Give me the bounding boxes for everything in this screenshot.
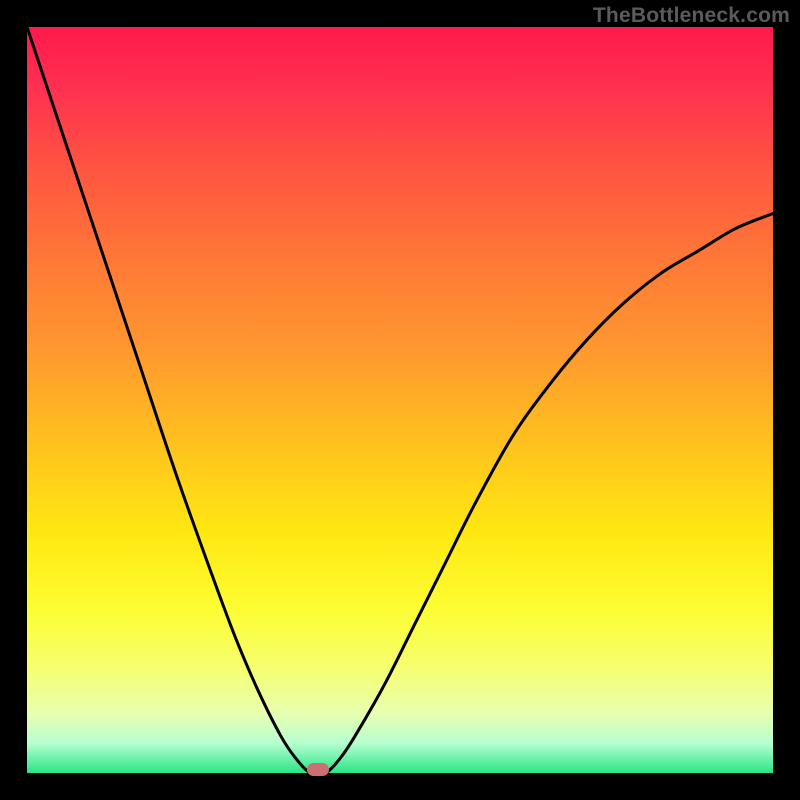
- chart-frame: TheBottleneck.com: [0, 0, 800, 800]
- minimum-marker: [307, 763, 329, 776]
- watermark-text: TheBottleneck.com: [593, 4, 790, 28]
- curve-svg: [27, 27, 773, 773]
- bottleneck-curve: [27, 27, 773, 773]
- plot-area: [27, 27, 773, 773]
